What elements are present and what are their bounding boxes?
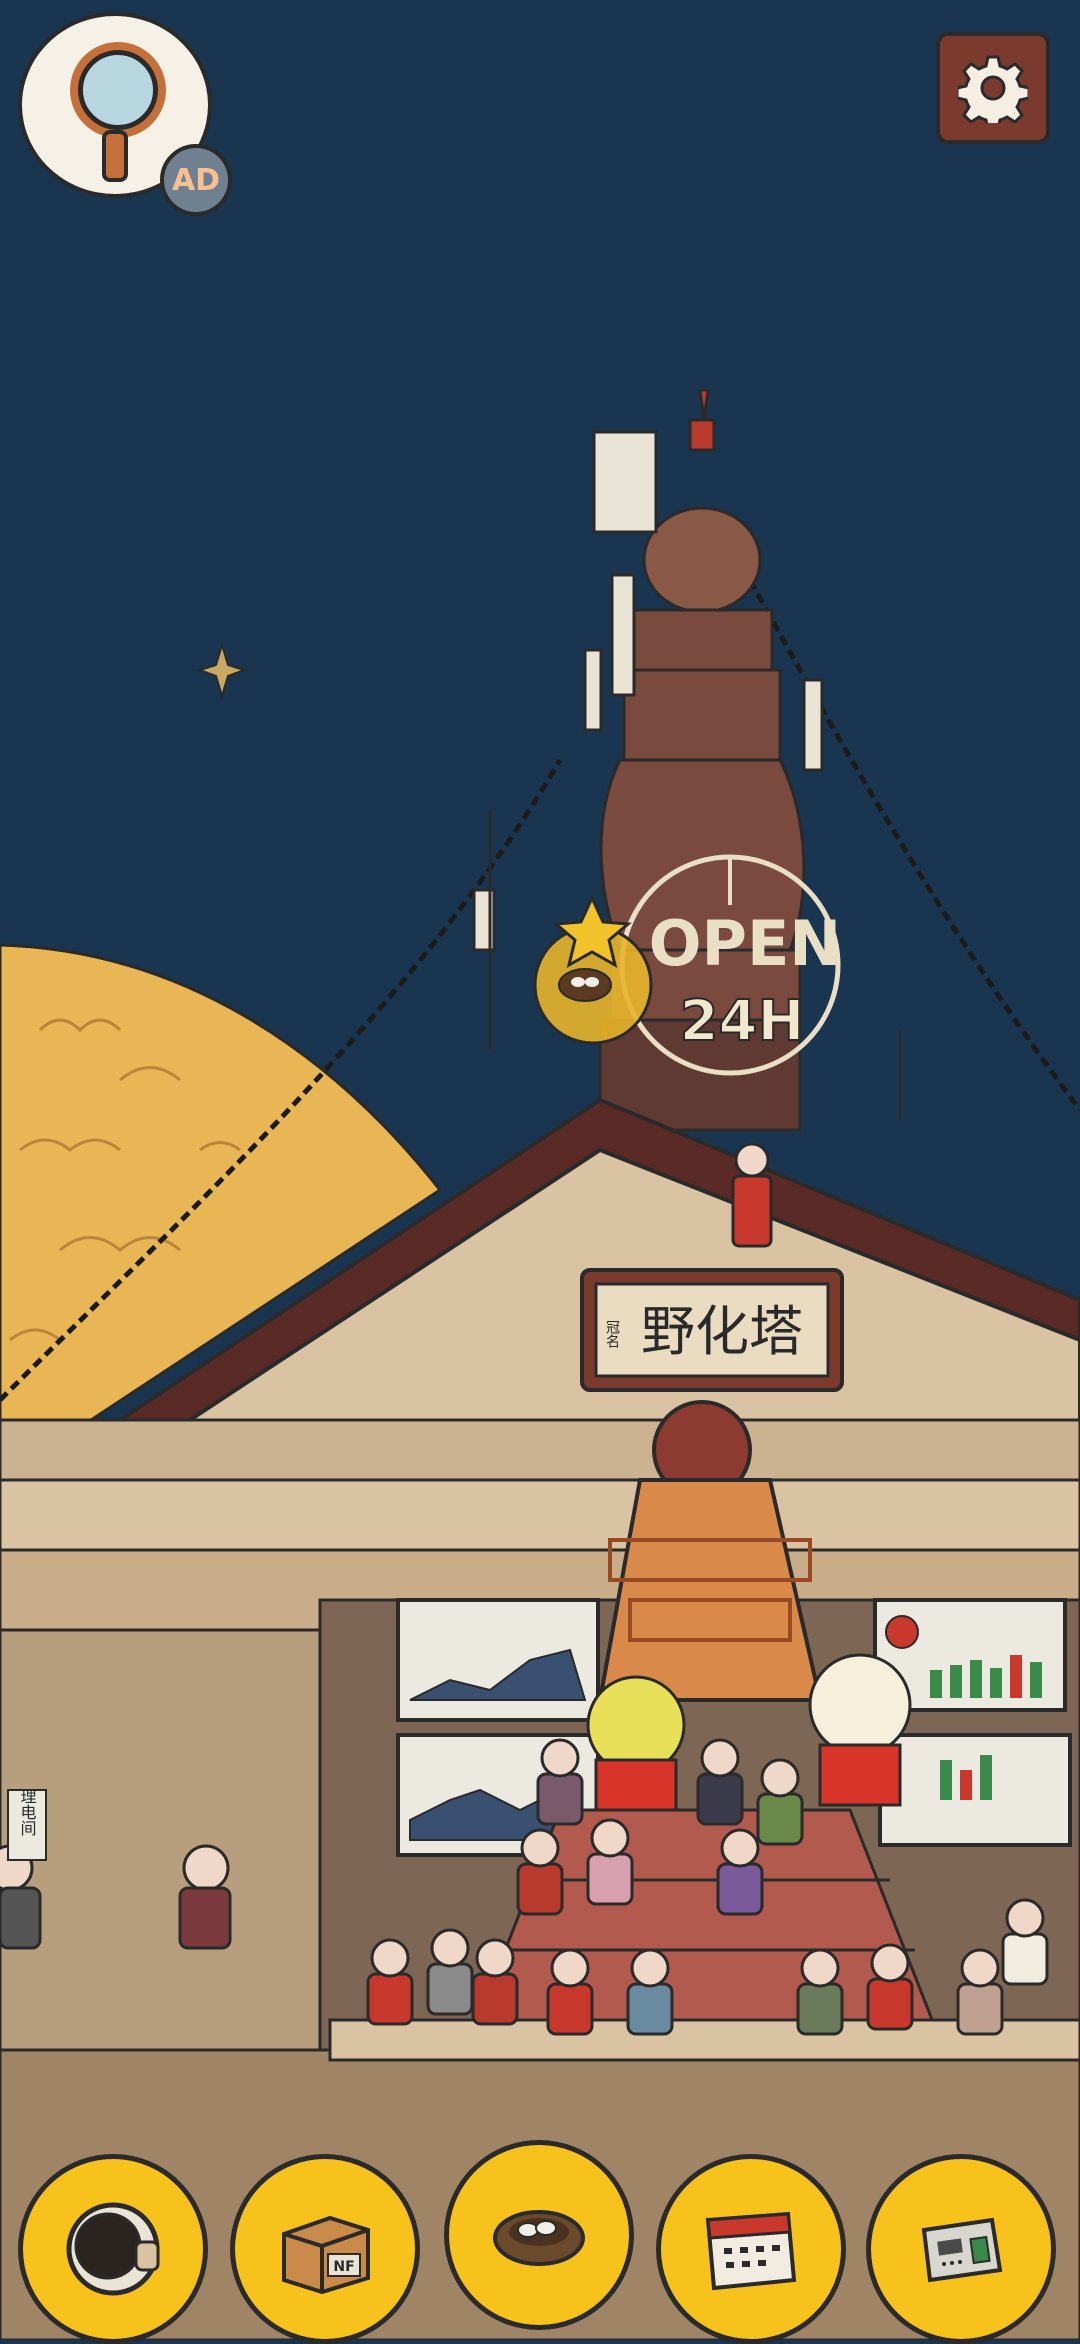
crowd-person-head [520, 1828, 560, 1868]
crowd-person-head [720, 1828, 760, 1868]
crowd-person-body [516, 1862, 564, 1916]
calendar-icon [705, 2211, 797, 2291]
sign-24h-text: 24H [680, 989, 805, 1054]
crowd-person-head [430, 1928, 470, 1968]
dock-button-bird-nest[interactable] [444, 2140, 634, 2330]
crowd-person-head [540, 1738, 580, 1778]
crowd-person-body [536, 1772, 584, 1826]
crowd-person-head [1005, 1898, 1045, 1938]
plaque-text: 野化塔 [641, 1300, 803, 1363]
nft-box-label: NF [333, 2259, 354, 2275]
crowd-person-head [630, 1948, 670, 1988]
ad-badge: AD [160, 144, 232, 216]
temple-plaque: 野化塔 冠名 [580, 1268, 844, 1392]
bottom-dock: NF [0, 2140, 1080, 2344]
crowd-person-body [471, 1972, 519, 2026]
crowd-person-body [1001, 1932, 1049, 1986]
sign-open-text: OPEN [649, 907, 841, 980]
plaque-small-text: 冠名 [604, 1320, 620, 1348]
crowd-person-body [626, 1982, 674, 2036]
bird-nest-icon [493, 2210, 585, 2266]
crowd-person-body [716, 1862, 764, 1916]
crowd-person-body [796, 1982, 844, 2036]
roof-figure [731, 1142, 773, 1248]
astronaut-helmet-icon [66, 2202, 160, 2296]
door-sign-text: 理电间 [18, 1788, 37, 1837]
dock-button-calendar[interactable] [656, 2154, 846, 2344]
crowd-person-head [960, 1948, 1000, 1988]
ad-badge-label: AD [171, 162, 221, 198]
crowd-person-body [756, 1792, 804, 1846]
crowd-person-body [426, 1962, 474, 2016]
nft-box-icon: NF [282, 2215, 370, 2295]
crowd-person-body [546, 1982, 594, 2036]
hint-magnifier-button[interactable]: AD [18, 12, 232, 216]
crowd-person-head [550, 1948, 590, 1988]
safe-icon [921, 2217, 1003, 2283]
game-scene: OPEN 24H 野化塔 冠名 理电间 [0, 0, 1080, 2340]
dock-button-safe[interactable] [866, 2154, 1056, 2344]
crowd-person-head [370, 1938, 410, 1978]
crowd-person-head [700, 1738, 740, 1778]
dock-button-nft-box[interactable]: NF [230, 2154, 420, 2344]
gear-icon [958, 55, 1028, 123]
crowd-person-body [866, 1977, 914, 2031]
settings-button[interactable] [936, 32, 1050, 144]
crowd-person-body [956, 1982, 1004, 2036]
crowd-person-head [475, 1938, 515, 1978]
crowd-person-body [366, 1972, 414, 2026]
crowd-person-body [696, 1772, 744, 1826]
crowd-person-head [590, 1818, 630, 1858]
crowd-person-head [760, 1758, 800, 1798]
crowd-person-head [800, 1948, 840, 1988]
crowd-person-body [586, 1852, 634, 1906]
open-24h-sign: OPEN 24H [619, 854, 841, 1076]
dock-button-astronaut[interactable] [18, 2154, 208, 2344]
crowd-person-head [870, 1943, 910, 1983]
